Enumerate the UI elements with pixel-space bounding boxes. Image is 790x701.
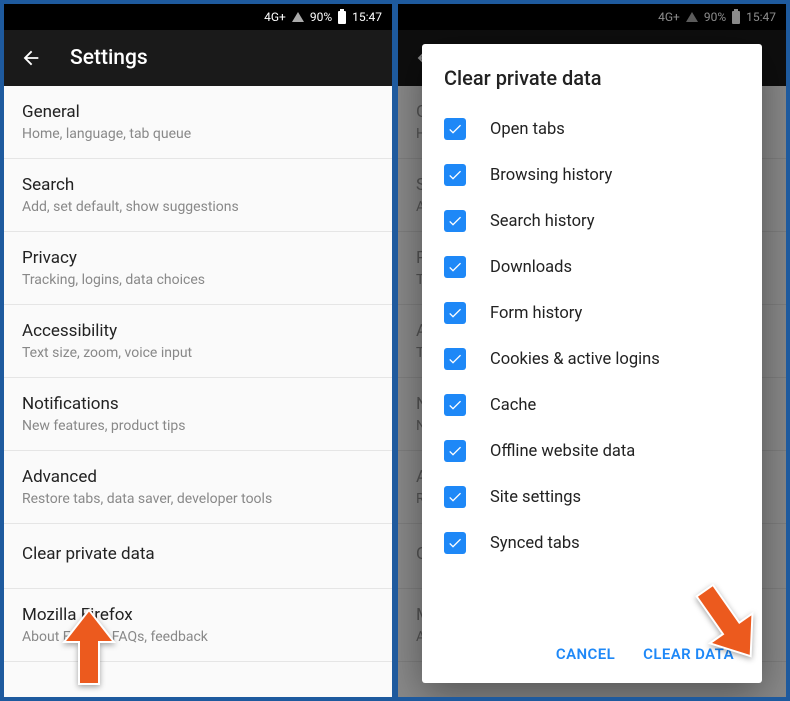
checkbox-label: Synced tabs xyxy=(490,534,580,553)
settings-item-subtitle: New features, product tips xyxy=(22,418,374,434)
checkbox-checked-icon[interactable] xyxy=(444,302,466,324)
settings-item-title: Notifications xyxy=(22,394,374,414)
settings-item[interactable]: Notifications New features, product tips xyxy=(4,378,392,451)
dialog-checkbox-row[interactable]: Form history xyxy=(444,290,740,336)
checkbox-checked-icon[interactable] xyxy=(444,164,466,186)
dialog-checkbox-row[interactable]: Synced tabs xyxy=(444,520,740,566)
settings-item-subtitle: Home, language, tab queue xyxy=(22,126,374,142)
network-label: 4G+ xyxy=(264,10,286,24)
settings-list: General Home, language, tab queue Search Ad… xyxy=(4,86,392,697)
settings-item-subtitle: Add, set default, show suggestions xyxy=(22,199,374,215)
settings-item-title: General xyxy=(22,102,374,122)
settings-item-subtitle: About Firefox, FAQs, feedback xyxy=(22,629,374,645)
settings-item-title: Mozilla Firefox xyxy=(22,605,374,625)
battery-label: 90% xyxy=(310,10,332,24)
settings-item-title: Advanced xyxy=(22,467,374,487)
dialog-checkbox-row[interactable]: Browsing history xyxy=(444,152,740,198)
dialog-checkbox-row[interactable]: Offline website data xyxy=(444,428,740,474)
checkbox-checked-icon[interactable] xyxy=(444,532,466,554)
dialog-title: Clear private data xyxy=(444,66,740,90)
clock-label: 15:47 xyxy=(352,10,382,24)
dialog-checkbox-row[interactable]: Cookies & active logins xyxy=(444,336,740,382)
checkbox-label: Open tabs xyxy=(490,120,565,139)
checkbox-checked-icon[interactable] xyxy=(444,210,466,232)
checkbox-checked-icon[interactable] xyxy=(444,256,466,278)
settings-item[interactable]: Search Add, set default, show suggestions xyxy=(4,159,392,232)
status-bar: 4G+ 90% 15:47 xyxy=(4,4,392,30)
clear-data-button[interactable]: CLEAR DATA xyxy=(643,645,734,663)
checkbox-label: Offline website data xyxy=(490,442,635,461)
checkbox-label: Cache xyxy=(490,396,536,415)
checkbox-label: Site settings xyxy=(490,488,581,507)
settings-item[interactable]: Privacy Tracking, logins, data choices xyxy=(4,232,392,305)
checkbox-label: Search history xyxy=(490,212,595,231)
settings-item[interactable]: General Home, language, tab queue xyxy=(4,86,392,159)
dialog-checkbox-row[interactable]: Search history xyxy=(444,198,740,244)
checkbox-label: Cookies & active logins xyxy=(490,350,660,369)
settings-item-subtitle: Text size, zoom, voice input xyxy=(22,345,374,361)
settings-item-title: Clear private data xyxy=(22,544,374,564)
settings-item[interactable]: Accessibility Text size, zoom, voice inpu… xyxy=(4,305,392,378)
dialog-checkbox-row[interactable]: Open tabs xyxy=(444,106,740,152)
phone-right: 4G+ 90% 15:47 GeneralHome, language, tab… xyxy=(398,4,786,697)
checkbox-label: Form history xyxy=(490,304,582,323)
page-title: Settings xyxy=(70,46,148,70)
checkbox-label: Browsing history xyxy=(490,166,612,185)
checkbox-checked-icon[interactable] xyxy=(444,394,466,416)
dialog-checkbox-row[interactable]: Downloads xyxy=(444,244,740,290)
checkbox-checked-icon[interactable] xyxy=(444,118,466,140)
signal-icon xyxy=(292,12,304,22)
settings-item[interactable]: Clear private data xyxy=(4,524,392,589)
settings-item-title: Search xyxy=(22,175,374,195)
clear-data-dialog: Clear private data Open tabs Browsing his… xyxy=(422,44,762,683)
settings-item-subtitle: Tracking, logins, data choices xyxy=(22,272,374,288)
cancel-button[interactable]: CANCEL xyxy=(556,645,615,663)
settings-item-title: Accessibility xyxy=(22,321,374,341)
app-bar: Settings xyxy=(4,30,392,86)
checkbox-checked-icon[interactable] xyxy=(444,348,466,370)
settings-item[interactable]: Advanced Restore tabs, data saver, develo… xyxy=(4,451,392,524)
phone-left: 4G+ 90% 15:47 Settings General Home, lang… xyxy=(4,4,392,697)
settings-item-title: Privacy xyxy=(22,248,374,268)
settings-item[interactable]: Mozilla Firefox About Firefox, FAQs, feed… xyxy=(4,589,392,662)
dialog-actions: CANCEL CLEAR DATA xyxy=(444,631,740,673)
settings-item-subtitle: Restore tabs, data saver, developer tool… xyxy=(22,491,374,507)
back-icon[interactable] xyxy=(20,47,42,69)
dialog-checkbox-row[interactable]: Site settings xyxy=(444,474,740,520)
checkbox-label: Downloads xyxy=(490,258,572,277)
checkbox-checked-icon[interactable] xyxy=(444,486,466,508)
dialog-item-list: Open tabs Browsing history Search history D… xyxy=(444,106,740,631)
dialog-checkbox-row[interactable]: Cache xyxy=(444,382,740,428)
battery-icon xyxy=(338,11,346,24)
checkbox-checked-icon[interactable] xyxy=(444,440,466,462)
